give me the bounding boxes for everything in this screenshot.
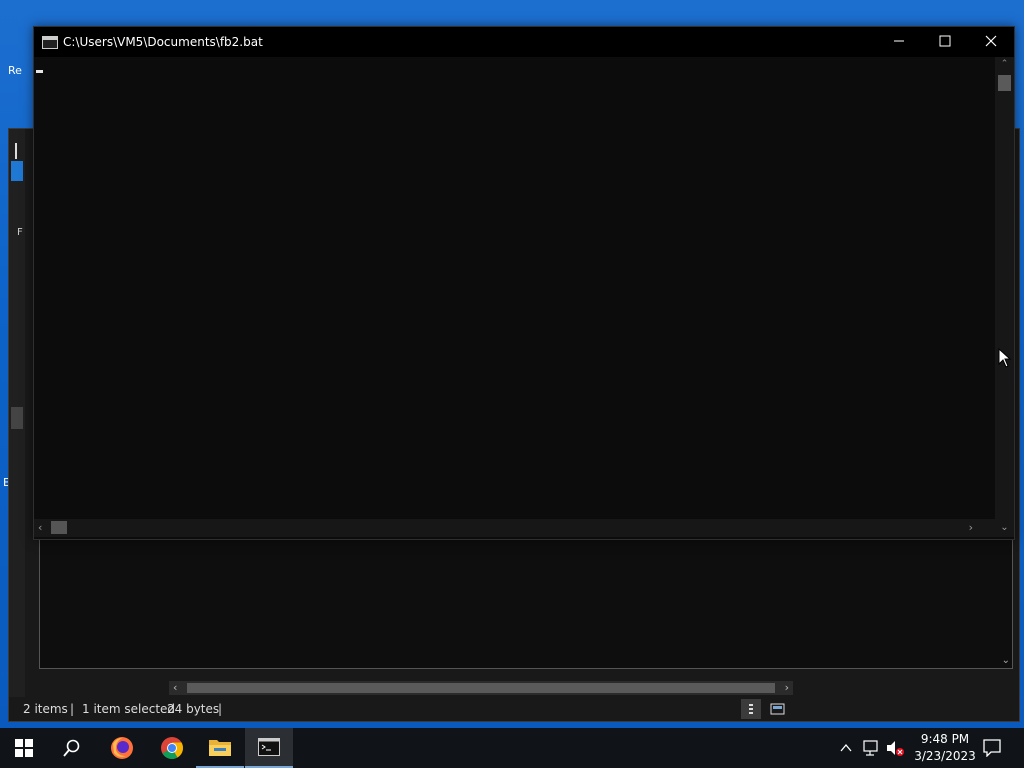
horizontal-scrollbar[interactable]: ‹ › (34, 519, 995, 537)
scroll-down-arrow-icon[interactable]: ⌄ (1002, 655, 1010, 666)
nav-item-highlight[interactable] (11, 407, 23, 429)
maximize-button[interactable] (922, 27, 968, 57)
start-button[interactable] (0, 728, 48, 768)
taskbar-file-explorer[interactable] (196, 728, 244, 768)
file-explorer-icon (209, 740, 231, 756)
scrollbar-thumb[interactable] (187, 683, 775, 693)
minimize-icon (894, 40, 904, 42)
notification-icon (983, 739, 1001, 757)
scroll-up-arrow-icon[interactable]: ⌃ (995, 59, 1014, 69)
taskbar: 9:48 PM 3/23/2023 (0, 728, 1024, 768)
taskbar-firefox[interactable] (98, 728, 146, 768)
nav-item-letter: F (17, 227, 23, 238)
system-tray (836, 728, 916, 768)
status-selected: 1 item selected (82, 702, 176, 716)
command-prompt-icon (258, 738, 280, 756)
firefox-icon (111, 737, 133, 759)
scroll-right-arrow-icon[interactable]: › (969, 519, 973, 537)
details-view-icon (749, 704, 753, 714)
text-cursor (36, 70, 43, 73)
horizontal-scrollbar[interactable]: ‹ › (169, 681, 793, 695)
selected-nav-item[interactable] (11, 161, 23, 181)
scrollbar-thumb[interactable] (998, 75, 1011, 91)
minimize-button[interactable] (876, 27, 922, 57)
windows-logo-icon (15, 739, 33, 757)
large-icons-view-button[interactable] (767, 699, 787, 719)
command-prompt-icon (42, 36, 58, 49)
scroll-right-arrow-icon[interactable]: › (785, 681, 789, 695)
volume-muted-icon[interactable] (885, 728, 905, 768)
window-title: C:\Users\VM5\Documents\fb2.bat (63, 35, 263, 49)
close-button[interactable] (968, 27, 1014, 57)
console-output-area[interactable] (34, 57, 995, 519)
window-edge-marker (15, 143, 17, 159)
large-icons-view-icon (770, 703, 785, 715)
status-separator: | (70, 702, 75, 716)
scrollbar-thumb[interactable] (51, 521, 67, 534)
desktop-icon-label-recycle-bin[interactable]: Re (8, 64, 22, 77)
maximize-icon (939, 35, 951, 47)
file-list-pane[interactable]: ⌄ (39, 537, 1013, 669)
taskbar-chrome[interactable] (148, 728, 196, 768)
mouse-pointer-icon (998, 348, 1012, 368)
scroll-down-arrow-icon[interactable]: ⌄ (995, 519, 1014, 537)
vertical-scrollbar[interactable]: ⌃ (995, 57, 1014, 519)
status-separator: | (218, 702, 223, 716)
show-hidden-icons-chevron-up-icon[interactable] (839, 728, 853, 768)
title-bar[interactable]: C:\Users\VM5\Documents\fb2.bat (34, 27, 1014, 57)
taskbar-command-prompt[interactable] (245, 728, 293, 768)
status-size: 24 bytes (167, 702, 220, 716)
scroll-left-arrow-icon[interactable]: ‹ (38, 519, 42, 537)
status-items-count: 2 items (23, 702, 68, 716)
search-button[interactable] (48, 728, 96, 768)
scroll-left-arrow-icon[interactable]: ‹ (173, 681, 177, 695)
action-center-button[interactable] (968, 728, 1016, 768)
close-icon (985, 35, 997, 47)
search-icon (63, 739, 80, 757)
chrome-icon (161, 737, 183, 759)
status-bar: 2 items | 1 item selected 24 bytes | (9, 697, 1019, 721)
details-view-button[interactable] (741, 699, 761, 719)
command-prompt-window[interactable]: C:\Users\VM5\Documents\fb2.bat ⌃ ‹ › ⌄ (33, 26, 1015, 540)
network-icon[interactable] (861, 728, 879, 768)
